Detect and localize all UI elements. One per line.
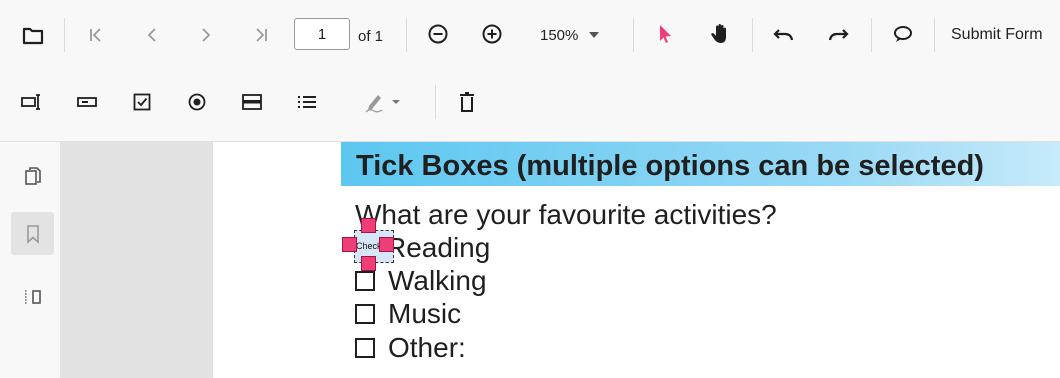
password-field-icon [77,97,97,107]
page-count-label: of 1 [358,28,384,45]
last-page-icon [256,28,267,42]
checkbox[interactable] [355,271,375,291]
option-label: Reading [386,232,491,263]
textbox-field-icon [21,94,40,110]
add-textbox-field-button[interactable] [16,86,48,118]
open-file-button[interactable] [17,20,49,52]
add-dropdown-field-button[interactable] [236,86,268,118]
navigation-sidebar [0,142,61,378]
add-password-field-button[interactable] [71,86,103,118]
option-label: Other: [388,332,466,363]
add-radio-button-field-button[interactable] [181,86,213,118]
option-other: Other: [355,332,466,363]
option-label: Music [388,298,462,329]
undo-icon [773,29,794,41]
redo-icon [828,29,849,41]
page-thumbnails-button[interactable] [11,154,54,197]
zoom-in-button[interactable] [476,18,508,50]
page-thumbnails-icon [24,166,41,185]
form-fields-panel-icon [24,289,41,304]
open-file-icon [22,27,44,45]
zoom-out-button[interactable] [422,18,454,50]
select-pointer-icon [660,25,671,43]
pan-tool-button[interactable] [704,18,736,50]
zoom-in-icon [482,24,502,44]
checkbox[interactable] [355,304,375,324]
dropdown-arrow-icon [589,32,600,38]
next-page-icon [202,28,211,42]
viewer-background [61,142,213,378]
add-list-box-field-button[interactable] [291,86,323,118]
bookmarks-button[interactable] [11,212,54,255]
pan-hand-icon [711,24,726,43]
field-name-label: Check [356,241,382,251]
toolbar: of 1 150% Submit Form [0,0,1060,142]
question-text: What are your favourite activities? [355,199,777,230]
zoom-dropdown[interactable]: 150% [540,24,604,46]
redo-button[interactable] [822,18,854,50]
pdf-page: Tick Boxes (multiple options can be sele… [213,142,1060,378]
comment-icon [894,26,912,42]
select-tool-button[interactable] [649,18,681,50]
dropdown-field-icon [242,94,262,110]
resize-handle-left[interactable] [342,237,357,252]
delete-field-button[interactable] [451,86,483,118]
submit-form-button[interactable]: Submit Form [951,26,1043,44]
radio-button-field-icon [188,93,206,111]
resize-handle-top[interactable] [361,218,376,233]
section-title: Tick Boxes (multiple options can be sele… [356,150,984,182]
first-page-icon [90,28,101,42]
list-box-field-icon [298,96,316,108]
add-checkbox-field-button[interactable] [126,86,158,118]
next-page-button[interactable] [190,19,222,51]
previous-page-button[interactable] [136,19,168,51]
bookmarks-icon [26,224,39,244]
signature-field-icon [365,95,382,113]
delete-icon [460,92,474,112]
first-page-button[interactable] [80,19,112,51]
option-music: Music [355,298,462,329]
form-fields-panel-button[interactable] [11,275,54,318]
comment-button[interactable] [887,18,919,50]
undo-button[interactable] [768,18,800,50]
resize-handle-right[interactable] [379,237,394,252]
dropdown-arrow-icon [391,100,400,104]
zoom-out-icon [428,24,448,44]
zoom-value: 150% [540,26,579,44]
section-header: Tick Boxes (multiple options can be sele… [341,142,1060,186]
last-page-button[interactable] [245,19,277,51]
resize-handle-bottom[interactable] [361,256,376,271]
previous-page-icon [147,28,156,42]
checkbox[interactable] [355,338,375,358]
page-number-input[interactable] [294,18,350,50]
option-label: Walking [388,265,487,296]
checkbox-field-icon [133,93,151,111]
add-signature-field-button[interactable] [358,86,406,118]
